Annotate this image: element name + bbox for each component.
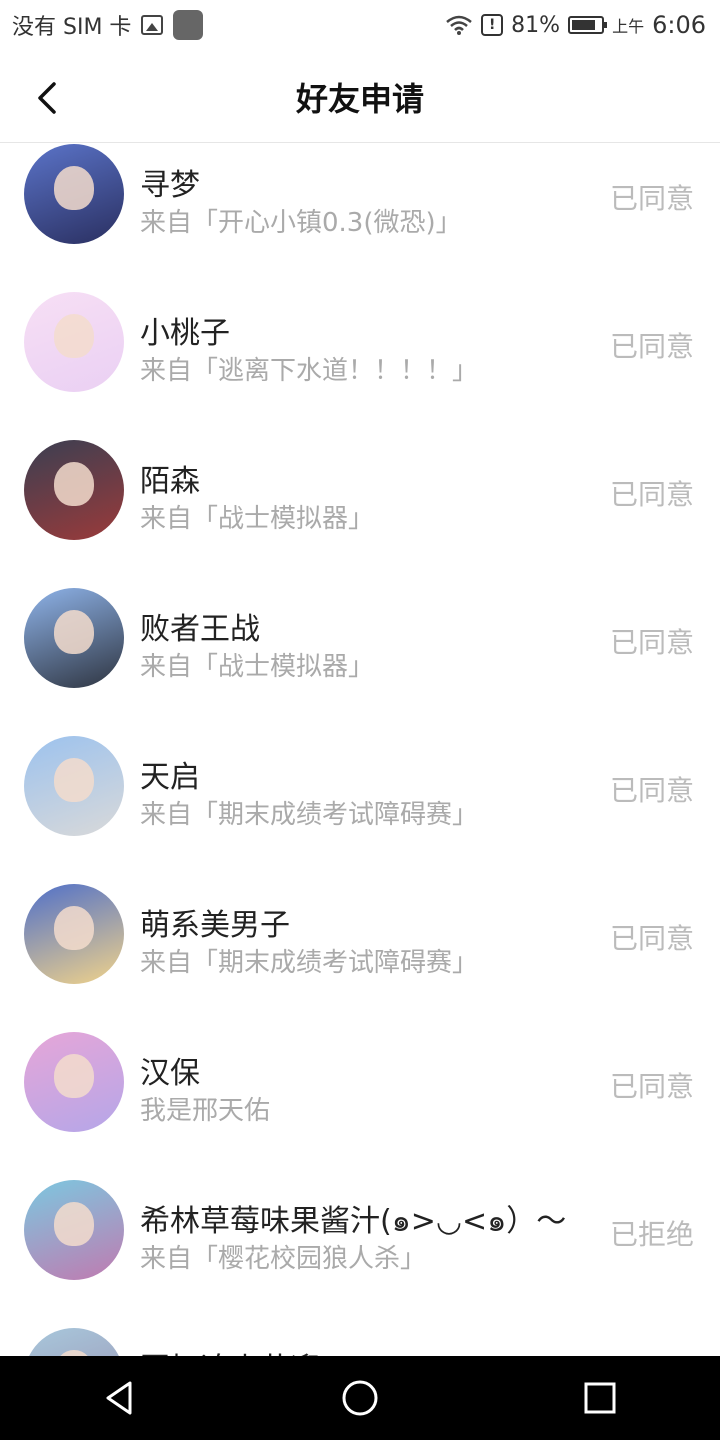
requester-name: 败者王战 bbox=[140, 612, 260, 647]
avatar-figure bbox=[54, 758, 94, 802]
avatar[interactable] bbox=[24, 1328, 124, 1356]
avatar[interactable] bbox=[24, 292, 124, 392]
request-source: 来自「逃离下水道！！！！」 bbox=[140, 356, 479, 386]
avatar-figure bbox=[54, 1202, 94, 1246]
request-status: 已拒绝 bbox=[609, 1218, 694, 1251]
request-status: 已同意 bbox=[609, 922, 694, 955]
requester-name: 天启 bbox=[140, 760, 200, 795]
request-source: 来自「期末成绩考试障碍赛」 bbox=[140, 948, 479, 978]
friend-request-row[interactable]: 汉保我是邢天佑 已同意 bbox=[0, 1032, 720, 1180]
avatar-figure bbox=[54, 314, 94, 358]
friend-request-list: 寻梦 来自「开心小镇0.3(微恐)」 已同意 小桃子 来自「逃离下水道！！！！」 已同意陌… bbox=[0, 144, 720, 1356]
image-notification-icon bbox=[141, 15, 164, 35]
battery-icon bbox=[568, 16, 608, 34]
friend-request-row[interactable]: 回忆追山花迎 bbox=[0, 1328, 720, 1356]
request-source: 来自「开心小镇0.3(微恐)」 bbox=[140, 208, 462, 238]
nav-recents-button[interactable] bbox=[570, 1368, 630, 1428]
friend-request-row[interactable]: 萌系美男子来自「期末成绩考试障碍赛」 已同意 bbox=[0, 884, 720, 1032]
avatar-figure bbox=[54, 1054, 94, 1098]
request-status: 已同意 bbox=[609, 478, 694, 511]
requester-name: 汉保 bbox=[140, 1056, 200, 1091]
friend-request-row[interactable]: 陌森来自「战士模拟器」 已同意 bbox=[0, 440, 720, 588]
avatar-figure bbox=[54, 462, 94, 506]
nav-home-button[interactable] bbox=[330, 1368, 390, 1428]
triangle-back-icon bbox=[106, 1381, 132, 1415]
alert-icon: ! bbox=[481, 14, 504, 36]
page-title: 好友申请 bbox=[295, 80, 424, 118]
ampm-label: 上午 bbox=[612, 17, 645, 36]
avatar-figure bbox=[54, 166, 94, 210]
requester-name: 小桃子 bbox=[140, 316, 230, 351]
requester-name: 寻梦 bbox=[140, 168, 200, 203]
circle-home-icon bbox=[342, 1380, 378, 1416]
request-source: 来自「期末成绩考试障碍赛」 bbox=[140, 800, 479, 830]
header-bar: 好友申请 bbox=[0, 50, 720, 143]
square-recents-icon bbox=[584, 1382, 616, 1414]
request-source: 来自「樱花校园狼人杀」 bbox=[140, 1244, 427, 1274]
requester-name: 回忆追山花迎 bbox=[140, 1344, 320, 1356]
avatar[interactable] bbox=[24, 1032, 124, 1132]
request-status: 已同意 bbox=[609, 1070, 694, 1103]
avatar-figure bbox=[54, 610, 94, 654]
avatar-figure bbox=[54, 906, 94, 950]
requester-name: 萌系美男子 bbox=[140, 908, 290, 943]
requester-name: 陌森 bbox=[140, 464, 200, 499]
avatar[interactable] bbox=[24, 736, 124, 836]
friend-request-row[interactable]: 小桃子来自「逃离下水道！！！！」 已同意 bbox=[0, 292, 720, 440]
friend-request-row[interactable]: 天启来自「期末成绩考试障碍赛」 已同意 bbox=[0, 736, 720, 884]
friend-request-row[interactable]: 败者王战来自「战士模拟器」 已同意 bbox=[0, 588, 720, 736]
nav-back-button[interactable] bbox=[90, 1368, 150, 1428]
system-nav-bar bbox=[0, 1356, 720, 1440]
friend-request-row[interactable]: 寻梦来自「开心小镇0.3(微恐)」 已同意 bbox=[0, 144, 720, 292]
app-notification-icon bbox=[173, 10, 204, 40]
clock-time: 6:06 bbox=[652, 11, 706, 39]
request-status: 已同意 bbox=[609, 182, 694, 215]
request-source: 我是邢天佑 bbox=[140, 1096, 271, 1126]
avatar[interactable] bbox=[24, 884, 124, 984]
friend-request-row[interactable]: 希林草莓味果酱汁(๑>◡<๑）～ 来自「樱花校园狼人杀」 已拒绝 bbox=[0, 1180, 720, 1328]
request-status: 已同意 bbox=[609, 330, 694, 363]
avatar[interactable] bbox=[24, 144, 124, 244]
request-status: 已同意 bbox=[609, 774, 694, 807]
request-source: 来自「战士模拟器」 bbox=[140, 652, 375, 682]
avatar[interactable] bbox=[24, 588, 124, 688]
wifi-icon bbox=[446, 15, 472, 35]
request-source: 来自「战士模拟器」 bbox=[140, 504, 375, 534]
status-bar: 没有 SIM 卡 ! 81% 上午 6:06 bbox=[0, 0, 720, 50]
battery-percent: 81% bbox=[511, 12, 561, 38]
request-status: 已同意 bbox=[609, 626, 694, 659]
avatar[interactable] bbox=[24, 440, 124, 540]
carrier-text: 没有 SIM 卡 bbox=[12, 15, 132, 40]
avatar[interactable] bbox=[24, 1180, 124, 1280]
